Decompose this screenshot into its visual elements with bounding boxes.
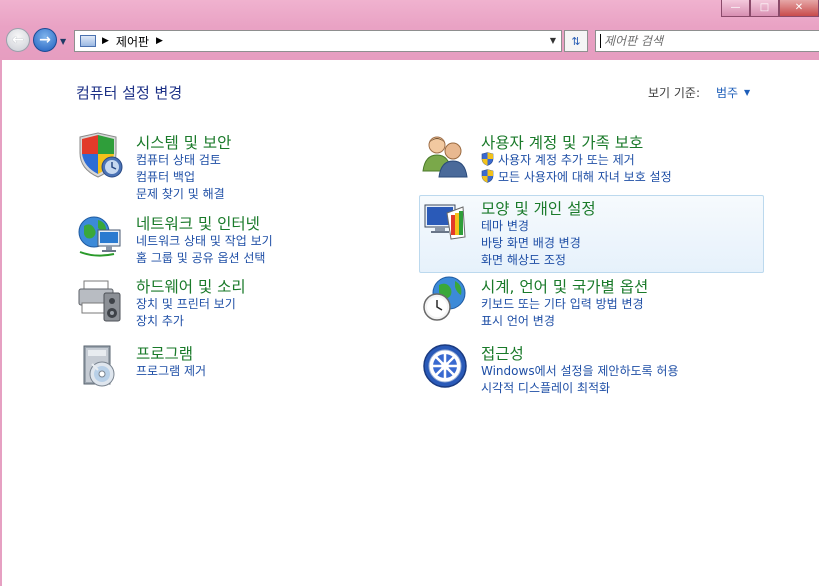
link-parental-controls-label: 모든 사용자에 대해 자녀 보호 설정 [498,170,672,184]
view-by-chevron-down-icon[interactable]: ▼ [744,88,750,97]
link-add-device[interactable]: 장치 추가 [136,313,236,330]
link-uninstall-program[interactable]: 프로그램 제거 [136,363,206,380]
category-title-clock-language[interactable]: 시계, 언어 및 국가별 옵션 [481,275,648,297]
category-title-hardware-sound[interactable]: 하드웨어 및 소리 [136,275,246,297]
category-title-programs[interactable]: 프로그램 [136,342,193,364]
link-parental-controls[interactable]: 모든 사용자에 대해 자녀 보호 설정 [481,169,672,186]
refresh-button[interactable]: ⇅ [564,30,588,52]
ease-of-access-icon[interactable] [421,342,469,390]
search-input[interactable] [601,34,804,48]
maximize-button[interactable]: □ [750,0,779,17]
link-add-remove-accounts-label: 사용자 계정 추가 또는 제거 [498,153,635,167]
clock-globe-icon[interactable] [421,275,469,323]
back-button[interactable]: ← [6,28,30,52]
link-optimize-visual-display[interactable]: 시각적 디스플레이 최적화 [481,380,679,397]
forward-button[interactable]: → [33,28,57,52]
uac-shield-icon [481,169,494,183]
close-button[interactable]: ✕ [779,0,819,17]
link-homegroup-sharing[interactable]: 홈 그룹 및 공유 옵션 선택 [136,250,273,267]
network-globe-icon[interactable] [76,212,124,260]
link-view-network-status[interactable]: 네트워크 상태 및 작업 보기 [136,233,273,250]
link-adjust-screen-resolution[interactable]: 화면 해상도 조정 [481,252,581,269]
users-icon[interactable] [421,131,469,179]
back-arrow-icon: ← [12,32,24,48]
link-change-input-methods[interactable]: 키보드 또는 기타 입력 방법 변경 [481,296,644,313]
page-title: 컴퓨터 설정 변경 [76,84,183,102]
close-icon: ✕ [794,2,804,13]
category-title-user-accounts[interactable]: 사용자 계정 및 가족 보호 [481,131,643,153]
link-let-windows-suggest-settings[interactable]: Windows에서 설정을 제안하도록 허용 [481,363,679,380]
address-bar[interactable]: ▶ 제어판 ▶ ▼ [74,30,562,52]
content-pane: 컴퓨터 설정 변경 보기 기준: 범주 ▼ 시스템 및 보안 컴퓨터 상태 검토… [2,60,819,586]
link-change-desktop-background[interactable]: 바탕 화면 배경 변경 [481,235,581,252]
category-title-system-security[interactable]: 시스템 및 보안 [136,131,231,153]
category-title-network-internet[interactable]: 네트워크 및 인터넷 [136,212,260,234]
breadcrumb-separator-icon[interactable]: ▶ [102,36,109,46]
search-box[interactable] [595,30,819,52]
view-by-label: 보기 기준: [648,86,701,100]
minimize-button[interactable]: — [721,0,750,17]
maximize-icon: □ [759,2,770,13]
control-panel-icon [80,35,96,47]
address-history-chevron-down-icon[interactable]: ▼ [550,36,556,45]
link-add-remove-accounts[interactable]: 사용자 계정 추가 또는 제거 [481,152,672,169]
recent-pages-chevron-down-icon[interactable]: ▼ [60,37,66,46]
view-by-dropdown[interactable]: 범주 [716,84,738,101]
system-security-shield-icon[interactable] [76,131,124,179]
category-title-ease-of-access[interactable]: 접근성 [481,342,524,364]
breadcrumb-control-panel[interactable]: 제어판 [116,33,149,50]
link-view-devices-printers[interactable]: 장치 및 프린터 보기 [136,296,236,313]
link-change-display-language[interactable]: 표시 언어 변경 [481,313,644,330]
breadcrumb-chevron-icon[interactable]: ▶ [156,36,163,46]
link-change-theme[interactable]: 테마 변경 [481,218,581,235]
appearance-monitor-icon[interactable] [421,197,469,245]
printer-speaker-icon[interactable] [76,275,124,323]
link-review-computer-status[interactable]: 컴퓨터 상태 검토 [136,152,225,169]
caption-buttons: — □ ✕ [721,0,819,17]
category-title-appearance[interactable]: 모양 및 개인 설정 [481,197,596,219]
link-find-fix-problems[interactable]: 문제 찾기 및 해결 [136,186,225,203]
forward-arrow-icon: → [39,32,51,48]
minimize-icon: — [730,2,741,13]
programs-box-icon[interactable] [76,342,124,390]
refresh-icon: ⇅ [571,34,581,48]
uac-shield-icon [481,152,494,166]
link-backup-computer[interactable]: 컴퓨터 백업 [136,169,225,186]
